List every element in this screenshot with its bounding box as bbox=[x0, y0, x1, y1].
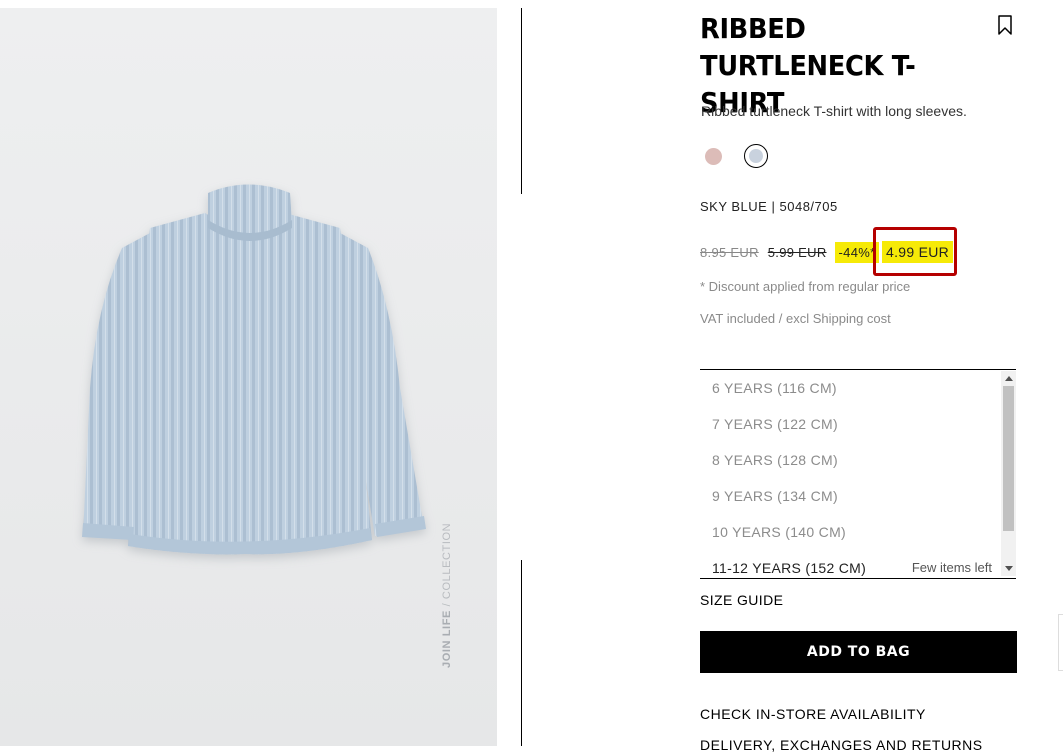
price-row: 8.95 EUR 5.99 EUR -44%* bbox=[700, 240, 880, 264]
stock-note: Few items left bbox=[911, 560, 992, 575]
size-option-11-12-years[interactable]: 11-12 YEARS (152 CM) Few items left bbox=[712, 556, 992, 578]
side-tab[interactable] bbox=[1058, 614, 1063, 671]
turtleneck-shirt-illustration bbox=[82, 184, 426, 555]
divider-line bbox=[521, 560, 522, 746]
final-price: 4.99 EUR bbox=[882, 241, 954, 263]
color-swatch-pink[interactable] bbox=[705, 148, 722, 165]
check-store-availability-link[interactable]: CHECK IN-STORE AVAILABILITY bbox=[700, 706, 926, 722]
bookmark-icon[interactable] bbox=[996, 14, 1014, 36]
product-reference: 5048/705 bbox=[779, 199, 838, 214]
add-to-bag-button[interactable]: ADD TO BAG bbox=[700, 631, 1017, 673]
product-description: Ribbed turtleneck T-shirt with long slee… bbox=[701, 103, 967, 119]
vat-note: VAT included / excl Shipping cost bbox=[700, 311, 891, 326]
size-option-6-years[interactable]: 6 YEARS (116 CM) bbox=[712, 376, 992, 400]
product-image[interactable] bbox=[0, 8, 497, 746]
size-selector[interactable]: 6 YEARS (116 CM) 7 YEARS (122 CM) 8 YEAR… bbox=[700, 369, 1016, 579]
size-option-9-years[interactable]: 9 YEARS (134 CM) bbox=[712, 484, 992, 508]
size-list-scrollbar[interactable] bbox=[1001, 371, 1016, 576]
previous-price: 5.99 EUR bbox=[767, 244, 827, 260]
original-price: 8.95 EUR bbox=[700, 244, 759, 260]
color-swatch-sky-blue[interactable] bbox=[749, 149, 763, 163]
scrollbar-thumb[interactable] bbox=[1003, 386, 1014, 531]
discount-note: * Discount applied from regular price bbox=[700, 279, 911, 294]
size-guide-link[interactable]: SIZE GUIDE bbox=[700, 592, 783, 608]
separator: | bbox=[771, 199, 776, 214]
color-reference: SKY BLUE | 5048/705 bbox=[700, 199, 838, 214]
scroll-up-arrow-icon[interactable] bbox=[1005, 376, 1013, 381]
color-name: SKY BLUE bbox=[700, 199, 768, 214]
size-option-8-years[interactable]: 8 YEARS (128 CM) bbox=[712, 448, 992, 472]
collection-watermark: JOIN LIFE / COLLECTION bbox=[441, 522, 453, 668]
divider-line bbox=[521, 8, 522, 194]
delivery-returns-link[interactable]: DELIVERY, EXCHANGES AND RETURNS bbox=[700, 737, 983, 753]
size-option-10-years[interactable]: 10 YEARS (140 CM) bbox=[712, 520, 992, 544]
scroll-down-arrow-icon[interactable] bbox=[1005, 566, 1013, 571]
size-option-7-years[interactable]: 7 YEARS (122 CM) bbox=[712, 412, 992, 436]
